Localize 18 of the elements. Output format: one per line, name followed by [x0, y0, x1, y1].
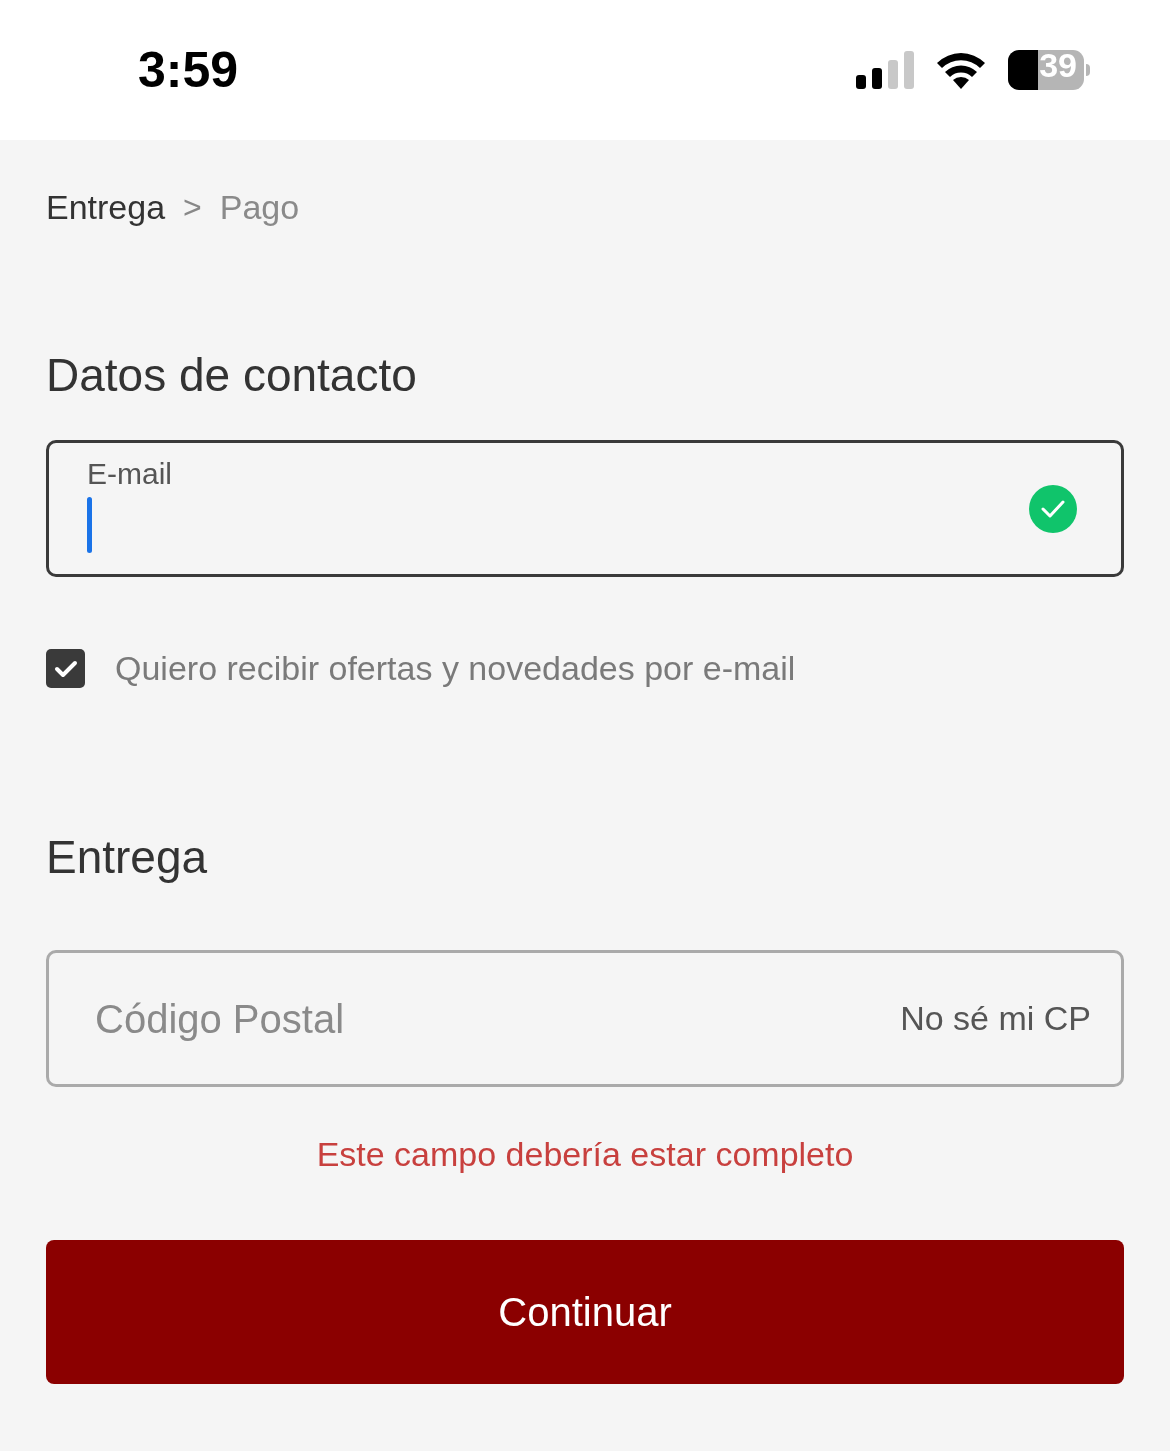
section-heading: Datos de contacto	[46, 352, 418, 398]
continue-button[interactable]: Continuar	[46, 1240, 1124, 1384]
status-time: 3:59	[138, 40, 239, 100]
unknown-postal-code-link[interactable]: No sé mi CP	[900, 993, 1091, 1044]
postal-code-field[interactable]: Código Postal No sé mi CP	[46, 950, 1124, 1087]
field-label: E-mail	[87, 459, 172, 489]
breadcrumb-item[interactable]: Entrega	[46, 181, 166, 233]
check-circle-icon	[1029, 484, 1077, 533]
error-message: Este campo debería estar completo	[315, 1134, 855, 1175]
battery-level: 39	[1039, 48, 1077, 82]
text-cursor	[87, 497, 92, 553]
battery-icon	[1008, 50, 1090, 90]
newsletter-label: Quiero recibir ofertas y novedades por e-mail	[115, 648, 796, 689]
newsletter-checkbox[interactable]	[46, 649, 85, 688]
wifi-icon	[936, 51, 986, 89]
signal-icon	[856, 51, 914, 89]
email-field[interactable]: E-mail	[46, 440, 1124, 577]
breadcrumb-separator: >	[183, 188, 202, 227]
